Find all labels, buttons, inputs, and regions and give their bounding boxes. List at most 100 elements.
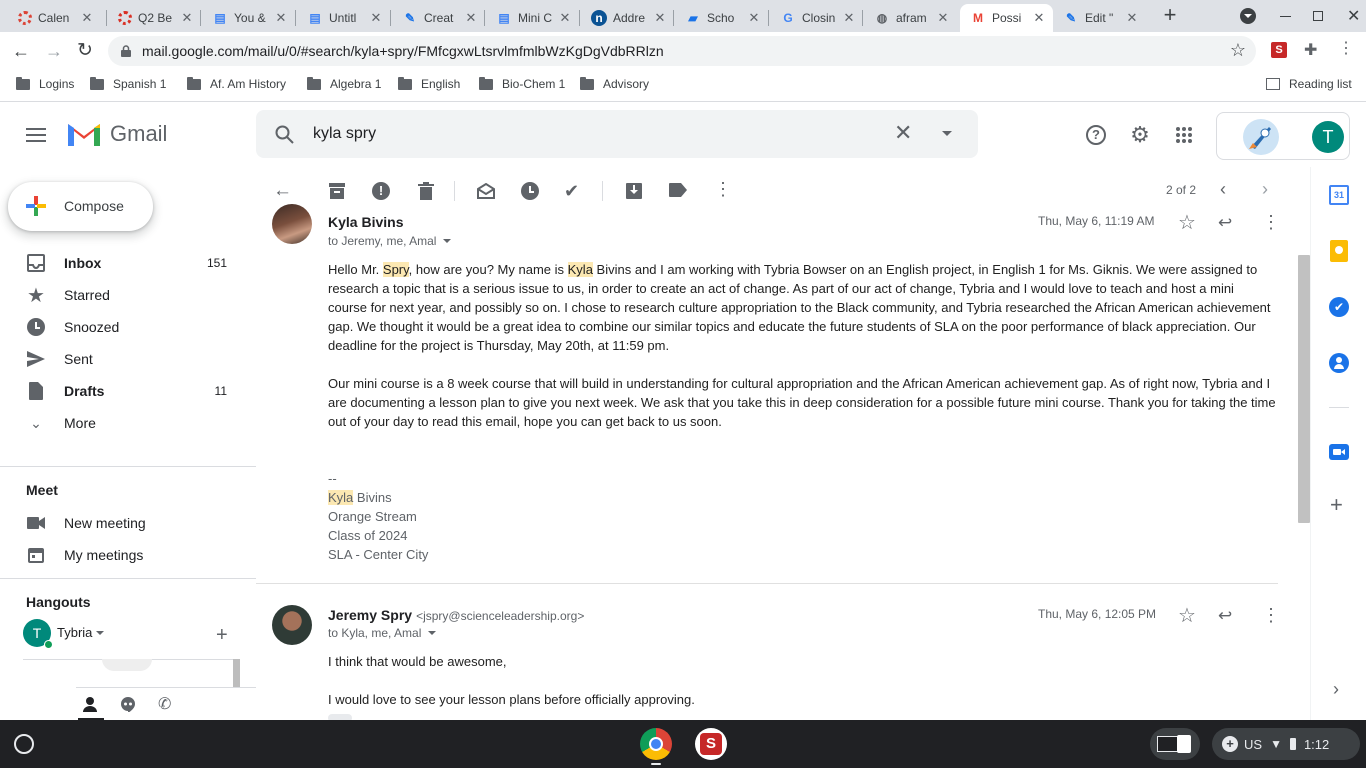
new-tab-icon[interactable]: + [1159, 4, 1181, 27]
sidebar-item-more[interactable]: ⌄ More [0, 407, 244, 439]
forward-icon[interactable]: → [45, 41, 63, 62]
search-icon[interactable] [275, 125, 294, 144]
browser-tab[interactable]: Calen ✕ [8, 4, 101, 32]
sidebar-item-drafts[interactable]: Drafts 11 [0, 375, 244, 407]
recipients-line[interactable]: to Jeremy, me, Amal [328, 234, 452, 248]
hangouts-scrollbar[interactable] [233, 659, 240, 687]
close-tab-icon[interactable]: ✕ [1124, 10, 1140, 26]
bookmark-folder[interactable]: Advisory [580, 70, 649, 98]
browser-tab[interactable]: ▤ You & ✕ [202, 4, 295, 32]
reply-icon[interactable]: ↩ [1218, 606, 1232, 626]
close-tab-icon[interactable]: ✕ [79, 10, 95, 26]
back-icon[interactable]: ← [12, 41, 30, 62]
zoom-app-icon[interactable] [1329, 444, 1349, 460]
sidebar-item-starred[interactable]: ★ Starred [0, 279, 244, 311]
close-tab-icon[interactable]: ✕ [746, 10, 762, 26]
browser-tab[interactable]: ▰ Scho ✕ [675, 4, 768, 32]
sender-name[interactable]: Kyla Bivins [328, 214, 403, 230]
address-bar[interactable]: mail.google.com/mail/u/0/#search/kyla+sp… [108, 36, 1256, 66]
hangouts-chat-icon[interactable] [120, 696, 136, 715]
bookmark-folder[interactable]: Algebra 1 [307, 70, 381, 98]
sidebar-item-snoozed[interactable]: Snoozed [0, 311, 244, 343]
bookmark-folder[interactable]: Bio-Chem 1 [479, 70, 565, 98]
help-icon[interactable]: ? [1076, 115, 1116, 155]
reading-list[interactable]: Reading list [1266, 70, 1352, 98]
more-actions-icon[interactable]: ⋮ [714, 179, 732, 200]
bookmark-folder[interactable]: Spanish 1 [90, 70, 166, 98]
tab-search-icon[interactable] [1240, 8, 1256, 24]
my-meetings-item[interactable]: My meetings [0, 539, 244, 571]
close-tab-icon[interactable]: ✕ [652, 10, 668, 26]
settings-gear-icon[interactable]: ⚙ [1120, 115, 1160, 155]
sidebar-item-inbox[interactable]: Inbox 151 [0, 247, 244, 279]
sender-line[interactable]: Jeremy Spry <jspry@scienceleadership.org… [328, 607, 584, 623]
mark-unread-icon[interactable] [477, 182, 495, 202]
compose-button[interactable]: Compose [8, 182, 153, 231]
browser-tab[interactable]: ◍ afram ✕ [864, 4, 957, 32]
account-avatar[interactable]: T [1312, 121, 1344, 153]
move-to-icon[interactable] [625, 182, 643, 203]
browser-tab[interactable]: M Possi ✕ [960, 4, 1053, 32]
bookmark-folder[interactable]: Af. Am History [187, 70, 286, 98]
chrome-app-icon[interactable] [640, 728, 672, 760]
browser-tab[interactable]: ✎ Edit " ✕ [1053, 4, 1146, 32]
gmail-logo[interactable]: Gmail [66, 120, 167, 148]
clear-search-icon[interactable]: ✕ [894, 120, 912, 146]
search-input[interactable]: kyla spry [313, 125, 376, 143]
back-to-search-icon[interactable]: ← [273, 180, 292, 202]
close-tab-icon[interactable]: ✕ [368, 10, 384, 26]
snooze-clock-icon[interactable] [521, 182, 539, 200]
extension-s-icon[interactable]: S [1271, 42, 1287, 58]
newer-chevron-icon[interactable]: ‹ [1220, 179, 1226, 200]
apps-grid-icon[interactable] [1164, 115, 1204, 155]
bookmark-star-icon[interactable]: ☆ [1230, 40, 1246, 61]
reload-icon[interactable]: ↻ [77, 39, 93, 62]
close-tab-icon[interactable]: ✕ [557, 10, 573, 26]
keep-app-icon[interactable] [1330, 240, 1348, 262]
sidebar-item-sent[interactable]: Sent [0, 343, 244, 375]
show-side-panel-icon[interactable]: › [1333, 679, 1339, 700]
message-more-icon[interactable]: ⋮ [1262, 212, 1280, 233]
search-options-icon[interactable] [942, 131, 952, 136]
bookmark-folder[interactable]: Logins [16, 70, 74, 98]
browser-tab[interactable]: n Addre ✕ [581, 4, 674, 32]
status-tray[interactable]: + US ▼ 1:12 [1212, 728, 1360, 760]
hangouts-user-name[interactable]: Tybria [57, 625, 92, 640]
recipients-details-icon[interactable] [443, 239, 452, 243]
extensions-puzzle-icon[interactable]: ✚ [1304, 40, 1317, 60]
schoology-app-icon[interactable]: S [695, 728, 727, 760]
launcher-icon[interactable] [14, 734, 34, 754]
holding-space-tray[interactable] [1150, 728, 1200, 760]
browser-tab[interactable]: ▤ Mini C ✕ [486, 4, 579, 32]
label-tag-icon[interactable] [669, 183, 687, 200]
browser-tab[interactable]: ✎ Creat ✕ [392, 4, 485, 32]
star-icon[interactable]: ☆ [1178, 603, 1196, 628]
account-box[interactable]: T [1216, 112, 1350, 160]
bookmark-folder[interactable]: English [398, 70, 460, 98]
sender-avatar[interactable] [272, 204, 312, 244]
hangouts-status-dropdown-icon[interactable] [96, 631, 104, 635]
content-scrollbar[interactable] [1298, 255, 1310, 523]
main-menu-icon[interactable] [16, 115, 56, 155]
sender-avatar[interactable] [272, 605, 312, 645]
delete-trash-icon[interactable] [418, 182, 434, 203]
close-tab-icon[interactable]: ✕ [179, 10, 195, 26]
close-window-icon[interactable]: ✕ [1347, 6, 1360, 26]
browser-tab[interactable]: G Closin ✕ [770, 4, 863, 32]
close-tab-icon[interactable]: ✕ [841, 10, 857, 26]
reply-icon[interactable]: ↩ [1218, 213, 1232, 233]
report-spam-icon[interactable]: ! [372, 182, 390, 200]
contacts-app-icon[interactable] [1329, 353, 1349, 373]
chrome-menu-icon[interactable]: ⋮ [1338, 38, 1354, 58]
restore-icon[interactable] [1313, 11, 1323, 21]
browser-tab[interactable]: Q2 Be ✕ [108, 4, 201, 32]
message-more-icon[interactable]: ⋮ [1262, 605, 1280, 626]
close-tab-icon[interactable]: ✕ [463, 10, 479, 26]
recipients-line[interactable]: to Kyla, me, Amal [328, 626, 437, 640]
add-to-tasks-icon[interactable]: ✔ [564, 181, 579, 202]
add-hangout-icon[interactable]: + [216, 625, 228, 645]
close-tab-icon[interactable]: ✕ [273, 10, 289, 26]
close-tab-icon[interactable]: ✕ [1031, 10, 1047, 26]
phone-icon[interactable]: ✆ [158, 694, 171, 714]
minimize-icon[interactable] [1280, 16, 1291, 17]
